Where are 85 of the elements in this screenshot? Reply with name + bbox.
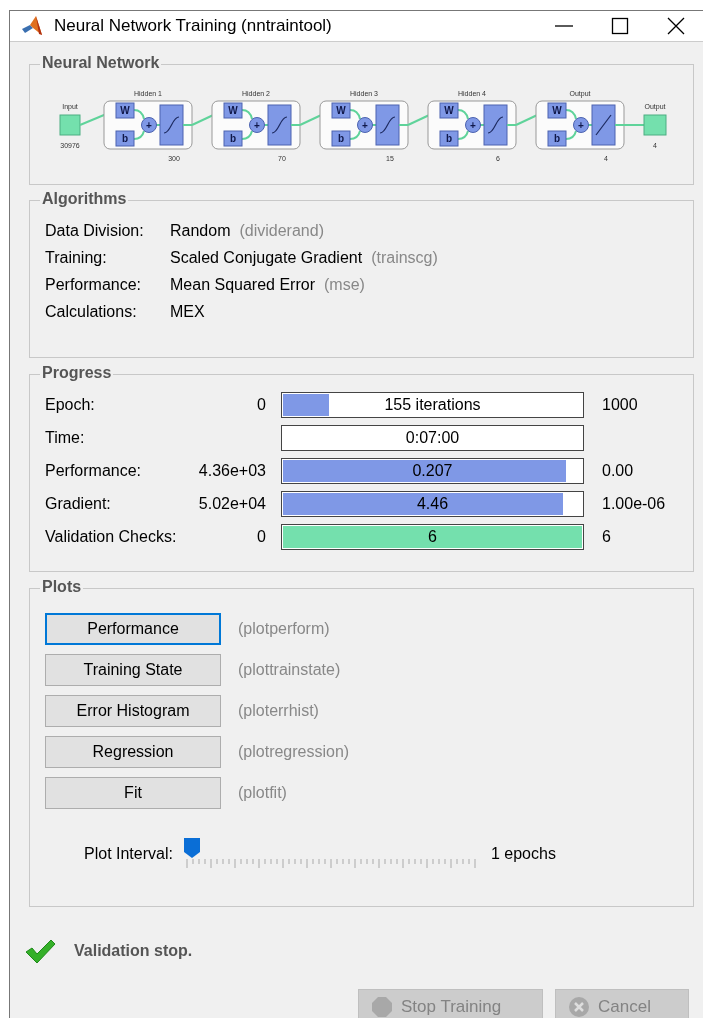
transfer-function-block bbox=[375, 104, 400, 146]
connector-line bbox=[155, 124, 161, 126]
field-label: Performance: bbox=[45, 275, 143, 294]
bias-block: b bbox=[439, 130, 459, 147]
connector-line bbox=[587, 124, 593, 126]
connector-line bbox=[263, 124, 269, 126]
connector-line bbox=[241, 130, 253, 140]
status-message: Validation stop. bbox=[74, 942, 193, 960]
function-name: (plotregression) bbox=[238, 743, 350, 761]
weight-block: W bbox=[115, 102, 135, 119]
function-name: (plottrainstate) bbox=[238, 661, 341, 679]
progress-label: Time: bbox=[45, 429, 86, 447]
field-label: Calculations: bbox=[45, 302, 138, 321]
field-value: Mean Squared Error bbox=[170, 275, 315, 294]
sum-node: + bbox=[465, 117, 481, 133]
plot-button[interactable]: Performance bbox=[45, 613, 221, 645]
connector-line bbox=[241, 109, 253, 120]
end-value: 1.00e-06 bbox=[601, 495, 667, 513]
field-value: MEX bbox=[170, 302, 205, 321]
function-name: (mse) bbox=[323, 275, 365, 294]
transfer-function-block bbox=[267, 104, 292, 146]
transfer-function-block bbox=[591, 104, 616, 146]
start-value: 0 bbox=[256, 528, 267, 546]
end-value: 1000 bbox=[601, 396, 639, 414]
connector-line bbox=[349, 130, 361, 140]
sum-node: + bbox=[141, 117, 157, 133]
app-logo-icon bbox=[20, 14, 44, 38]
start-value: 5.02e+04 bbox=[197, 495, 267, 513]
start-value: 0 bbox=[256, 396, 267, 414]
field-value: Random bbox=[170, 221, 231, 240]
slider-label: Plot Interval: bbox=[84, 845, 173, 863]
plot-button[interactable]: Error Histogram bbox=[45, 695, 221, 727]
input-node bbox=[59, 114, 81, 136]
sum-node: + bbox=[573, 117, 589, 133]
connector-line bbox=[133, 130, 145, 140]
transfer-function-block bbox=[159, 104, 184, 146]
connector-line bbox=[457, 130, 469, 140]
progress-label: Epoch: bbox=[45, 396, 96, 414]
weight-block: W bbox=[547, 102, 567, 119]
panel-title: Algorithms bbox=[40, 190, 129, 208]
bias-block: b bbox=[547, 130, 567, 147]
plot-button[interactable]: Training State bbox=[45, 654, 221, 686]
window-title: Neural Network Training (nntraintool) bbox=[54, 16, 333, 36]
function-name: (plotperform) bbox=[238, 620, 330, 638]
function-name: (plotfit) bbox=[238, 784, 287, 802]
connector-line bbox=[457, 109, 469, 120]
connector-line bbox=[371, 124, 377, 126]
progress-reading: 0.207 bbox=[411, 462, 454, 480]
output-node bbox=[643, 114, 667, 136]
progress-reading: 155 iterations bbox=[383, 396, 482, 414]
slider-thumb[interactable] bbox=[182, 837, 201, 859]
cancel-icon bbox=[568, 996, 590, 1018]
field-label: Data Division: bbox=[45, 221, 145, 240]
connector-line bbox=[565, 130, 577, 140]
plot-button[interactable]: Fit bbox=[45, 777, 221, 809]
panel-title: Progress bbox=[40, 364, 114, 382]
connector-line bbox=[565, 109, 577, 120]
stop-sign-icon bbox=[371, 996, 393, 1018]
progress-label: Validation Checks: bbox=[45, 528, 178, 546]
bias-block: b bbox=[223, 130, 243, 147]
field-label: Training: bbox=[45, 248, 108, 267]
progress-reading: 6 bbox=[427, 528, 438, 546]
function-name: (trainscg) bbox=[371, 248, 438, 267]
start-value: 4.36e+03 bbox=[197, 462, 267, 480]
connector-line bbox=[349, 109, 361, 120]
connector-line bbox=[133, 109, 145, 120]
end-value: 0.00 bbox=[601, 462, 635, 480]
bias-block: b bbox=[115, 130, 135, 147]
weight-block: W bbox=[331, 102, 351, 119]
progress-label: Performance: bbox=[45, 462, 143, 480]
slider-value: 1 epochs bbox=[490, 845, 556, 863]
sum-node: + bbox=[249, 117, 265, 133]
connector-line bbox=[479, 124, 485, 126]
bias-block: b bbox=[331, 130, 351, 147]
function-name: (dividerand) bbox=[239, 221, 324, 240]
sum-node: + bbox=[357, 117, 373, 133]
function-name: (ploterrhist) bbox=[238, 702, 319, 720]
progress-label: Gradient: bbox=[45, 495, 112, 513]
weight-block: W bbox=[223, 102, 243, 119]
progress-reading: 4.46 bbox=[415, 495, 450, 513]
field-value: Scaled Conjugate Gradient bbox=[170, 248, 363, 267]
end-value: 6 bbox=[601, 528, 612, 546]
weight-block: W bbox=[439, 102, 459, 119]
plot-button[interactable]: Regression bbox=[45, 736, 221, 768]
transfer-function-block bbox=[483, 104, 508, 146]
